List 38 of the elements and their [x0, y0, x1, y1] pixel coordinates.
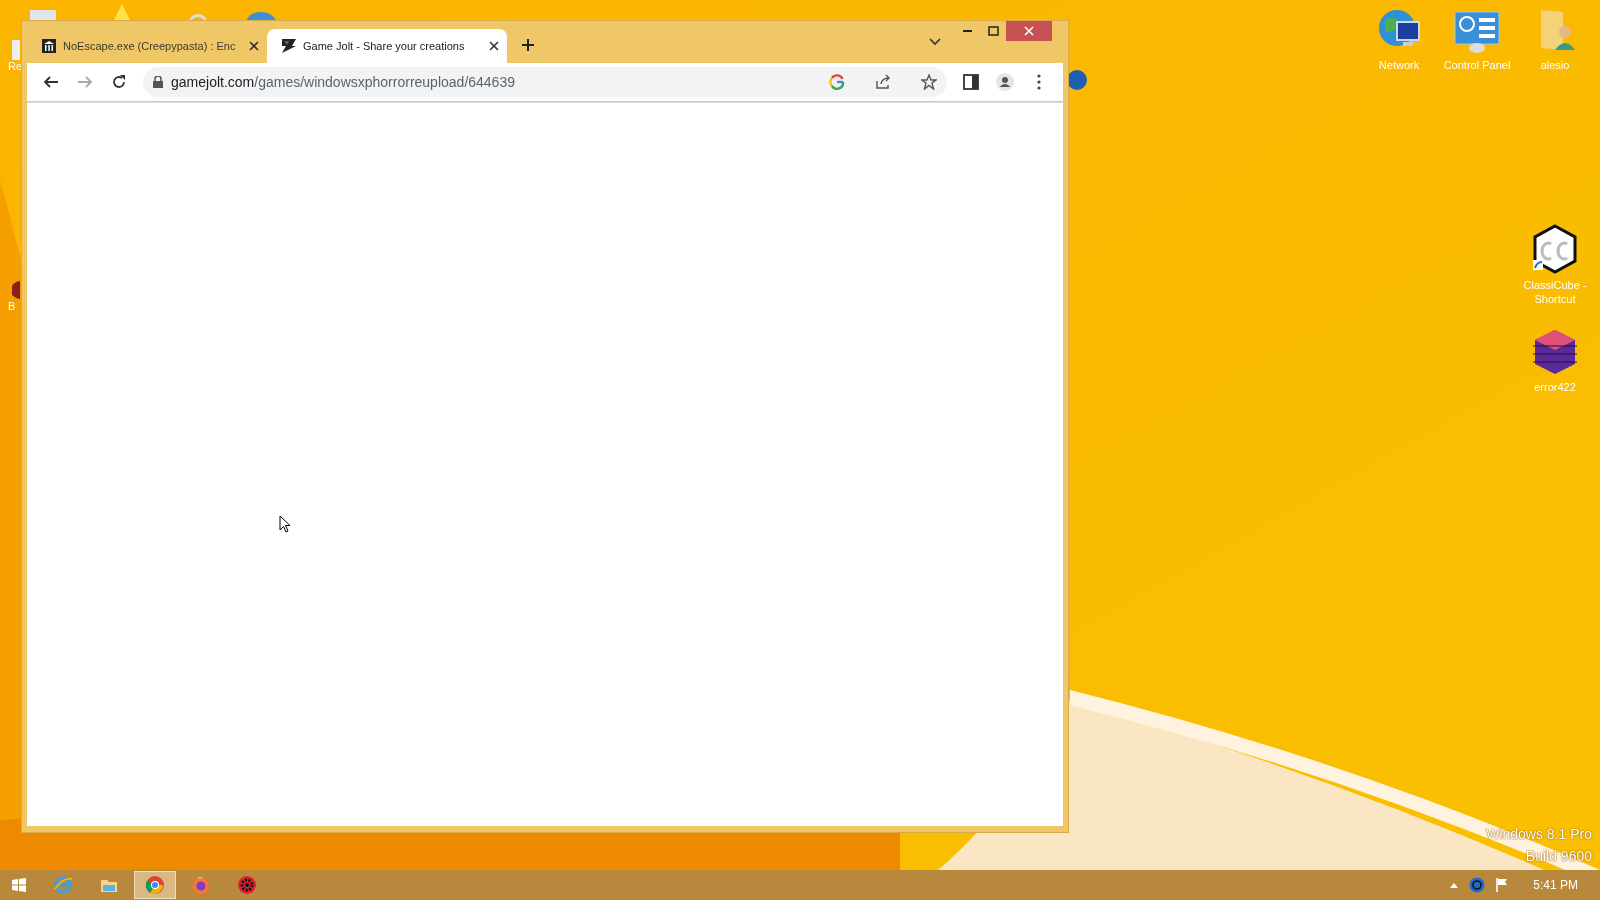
icon-label: Control Panel	[1442, 58, 1512, 72]
browser-tab[interactable]: Game Jolt - Share your creations	[267, 29, 507, 63]
icon-label: B	[7, 300, 16, 312]
pointer-icon	[279, 515, 291, 533]
close-button[interactable]	[1006, 21, 1052, 41]
plus-icon	[521, 38, 535, 52]
icon-label: Network	[1377, 58, 1421, 72]
close-icon[interactable]	[249, 41, 259, 51]
circle-icon	[1066, 70, 1088, 90]
e-logo-icon	[53, 875, 73, 895]
chrome-logo-icon	[145, 875, 165, 895]
favicon-icon	[281, 38, 297, 54]
side-panel-icon[interactable]	[962, 73, 980, 91]
minimize-icon	[962, 30, 972, 32]
reload-icon[interactable]	[110, 73, 128, 91]
address-bar[interactable]: gamejolt.com/games/windowsxphorrorreupload/644639	[143, 67, 947, 97]
icon-label: error422	[1533, 380, 1577, 394]
fox-globe-icon	[191, 875, 211, 895]
caret-up-icon[interactable]	[1449, 881, 1460, 889]
lock-icon	[153, 76, 163, 88]
cube-icon[interactable]	[1531, 224, 1579, 276]
icon-label: ClassiCube - Shortcut	[1522, 278, 1588, 306]
maximize-icon	[987, 26, 999, 36]
taskbar-app[interactable]	[134, 871, 176, 899]
circle-c-icon[interactable]	[1469, 877, 1486, 893]
icon-label: Re	[7, 60, 23, 72]
flag-icon[interactable]	[1495, 877, 1510, 893]
profile-icon[interactable]	[996, 73, 1014, 91]
share-icon[interactable]	[875, 74, 891, 90]
gear-icon	[237, 875, 257, 895]
windows-logo-icon[interactable]	[12, 878, 26, 892]
star-outline-icon[interactable]	[921, 74, 937, 90]
google-icon[interactable]	[829, 74, 845, 90]
favicon-icon	[41, 38, 57, 54]
browser-tab[interactable]: NoEscape.exe (Creepypasta) : Enc	[27, 29, 267, 63]
close-icon	[1024, 26, 1034, 36]
icon-label: alesio	[1539, 58, 1571, 72]
close-icon[interactable]	[489, 41, 499, 51]
